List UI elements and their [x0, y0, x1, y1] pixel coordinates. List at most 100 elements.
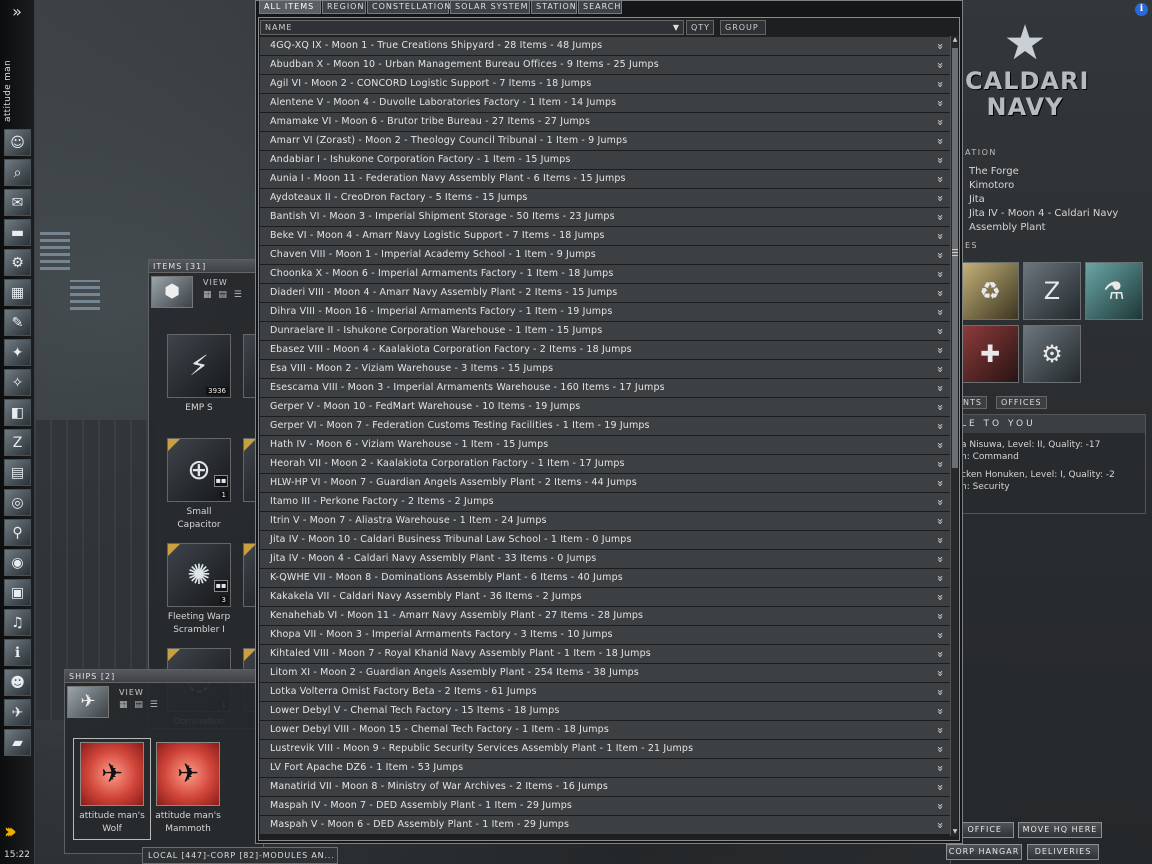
agent-entry[interactable]: a Nisuwa, Level: II, Quality: -17 n: Comm… [955, 439, 1145, 463]
corporation-icon[interactable]: ⚙ [4, 249, 31, 276]
journal-icon[interactable]: ▣ [4, 579, 31, 606]
expand-chevron-icon[interactable]: » [931, 380, 949, 396]
medical-icon[interactable]: ✚ [961, 325, 1019, 383]
expand-chevron-icon[interactable]: » [931, 589, 949, 605]
asset-location-row[interactable]: Choonka X - Moon 6 - Imperial Armaments … [260, 265, 950, 284]
mail-icon[interactable]: ✉ [4, 189, 31, 216]
expand-chevron-icon[interactable]: » [931, 551, 949, 567]
asset-location-row[interactable]: Jita IV - Moon 4 - Caldari Navy Assembly… [260, 550, 950, 569]
sort-descending-icon[interactable]: ▼ [673, 21, 680, 35]
column-header-group[interactable]: GROUP [720, 20, 766, 35]
expand-chevron-icon[interactable]: » [931, 684, 949, 700]
tab-region[interactable]: REGION [322, 1, 366, 14]
wallet-icon[interactable]: ▤ [4, 459, 31, 486]
item-tile[interactable]: ⚡ 3936 EMP S [165, 334, 233, 415]
asset-location-row[interactable]: HLW-HP VI - Moon 7 - Guardian Angels Ass… [260, 474, 950, 493]
asset-location-row[interactable]: Aydoteaux II - CreoDron Factory - 5 Item… [260, 189, 950, 208]
asset-location-row[interactable]: Andabiar I - Ishukone Corporation Factor… [260, 151, 950, 170]
asset-location-row[interactable]: Amamake VI - Moon 6 - Brutor tribe Burea… [260, 113, 950, 132]
expand-chevron-icon[interactable]: » [931, 190, 949, 206]
scroll-up-icon[interactable]: ▲ [951, 36, 959, 44]
tab-search[interactable]: SEARCH [578, 1, 622, 14]
asset-location-row[interactable]: Itamo III - Perkone Factory - 2 Items - … [260, 493, 950, 512]
expand-chevron-icon[interactable]: » [931, 665, 949, 681]
expand-chevron-icon[interactable]: » [931, 171, 949, 187]
scrollbar[interactable]: ▲ ▼ [950, 36, 958, 836]
expand-chevron-icon[interactable]: » [931, 399, 949, 415]
asset-location-row[interactable]: Lower Debyl VIII - Moon 15 - Chemal Tech… [260, 721, 950, 740]
repair-shop-icon[interactable]: ⚙ [1023, 325, 1081, 383]
fitting-icon[interactable]: ⚲ [4, 519, 31, 546]
asset-location-row[interactable]: Dunraelare II - Ishukone Corporation War… [260, 322, 950, 341]
expand-chevron-icon[interactable]: » [931, 817, 949, 833]
asset-location-row[interactable]: Jita IV - Moon 10 - Caldari Business Tri… [260, 531, 950, 550]
asset-location-row[interactable]: Litom XI - Moon 2 - Guardian Angels Asse… [260, 664, 950, 683]
info-icon[interactable]: i [1135, 3, 1148, 16]
asset-location-row[interactable]: Kakakela VII - Caldari Navy Assembly Pla… [260, 588, 950, 607]
expand-chevron-icon[interactable]: » [931, 57, 949, 73]
reprocessing-icon[interactable]: ♻ [961, 262, 1019, 320]
contracts-icon[interactable]: ✎ [4, 309, 31, 336]
audio-icon[interactable]: ♫ [4, 609, 31, 636]
ship-hangar-icon[interactable]: ✈ [4, 699, 31, 726]
expand-chevron-icon[interactable]: » [931, 532, 949, 548]
agent-tab[interactable]: OFFICES [996, 396, 1047, 409]
expand-chevron-icon[interactable]: » [931, 342, 949, 358]
asset-location-row[interactable]: K-QWHE VII - Moon 8 - Dominations Assemb… [260, 569, 950, 588]
station-button-move-hq-here[interactable]: MOVE HQ HERE [1018, 822, 1102, 838]
station-button-corp-hangar[interactable]: CORP HANGAR [946, 844, 1022, 860]
asset-location-row[interactable]: Kihtaled VIII - Moon 7 - Royal Khanid Na… [260, 645, 950, 664]
asset-location-row[interactable]: Gerper V - Moon 10 - FedMart Warehouse -… [260, 398, 950, 417]
expand-chevron-icon[interactable]: » [931, 418, 949, 434]
asset-location-row[interactable]: Dihra VIII - Moon 16 - Imperial Armament… [260, 303, 950, 322]
expand-chevron-icon[interactable]: » [931, 285, 949, 301]
asset-location-row[interactable]: Heorah VII - Moon 2 - Kaalakiota Corpora… [260, 455, 950, 474]
expand-chevron-icon[interactable]: » [931, 703, 949, 719]
asset-location-row[interactable]: Abudban X - Moon 10 - Urban Management B… [260, 56, 950, 75]
expand-chevron-icon[interactable]: » [931, 95, 949, 111]
agent-entry[interactable]: cken Honuken, Level: I, Quality: -2 n: Se… [955, 469, 1145, 493]
tab-station[interactable]: STATION [531, 1, 577, 14]
ship-tile[interactable]: ✈ attitude man's Mammoth [153, 742, 223, 836]
asset-location-row[interactable]: Amarr VI (Zorast) - Moon 2 - Theology Co… [260, 132, 950, 151]
ships-window-title[interactable]: SHIPS [2] [65, 670, 263, 683]
asset-location-row[interactable]: Esescama VIII - Moon 3 - Imperial Armame… [260, 379, 950, 398]
expand-chevron-icon[interactable]: » [931, 152, 949, 168]
expand-chevron-icon[interactable]: » [931, 779, 949, 795]
expand-chevron-icon[interactable]: » [931, 722, 949, 738]
expand-chevron-icon[interactable]: » [931, 228, 949, 244]
expand-chevron-icon[interactable]: » [931, 798, 949, 814]
character-icon[interactable]: ☺ [4, 129, 31, 156]
column-header-qty[interactable]: QTY [686, 20, 714, 35]
factory-icon[interactable]: Z [1023, 262, 1081, 320]
location-line[interactable]: Jita IV - Moon 4 - Caldari Navy [969, 207, 1118, 221]
tab-all-items[interactable]: ALL ITEMS [259, 1, 321, 14]
asset-location-row[interactable]: Lustrevik VIII - Moon 9 - Republic Secur… [260, 740, 950, 759]
laboratory-icon[interactable]: ⚗ [1085, 262, 1143, 320]
asset-location-row[interactable]: 4GQ-XQ IX - Moon 1 - True Creations Ship… [260, 37, 950, 56]
market-icon[interactable]: ▦ [4, 279, 31, 306]
help-icon[interactable]: ◎ [4, 489, 31, 516]
asset-location-row[interactable]: Lower Debyl V - Chemal Tech Factory - 15… [260, 702, 950, 721]
browser-icon[interactable]: ◉ [4, 549, 31, 576]
location-line[interactable]: Jita [969, 193, 1118, 207]
column-header-name[interactable]: NAME ▼ [260, 20, 684, 35]
view-mode-icons[interactable]: ▦ ▤ ☰ [119, 700, 160, 710]
neocom-user[interactable]: attitude man [0, 26, 34, 126]
expand-chevron-icon[interactable]: » [931, 437, 949, 453]
item-hangar-icon[interactable]: ▰ [4, 729, 31, 756]
local-chat-tab[interactable]: LOCAL [447]-CORP [82]-MODULES AN... [142, 847, 338, 864]
item-tile[interactable]: ✺ ▪▪ 3 Fleeting Warp Scrambler I [165, 543, 233, 637]
expand-chevron-icon[interactable]: » [931, 741, 949, 757]
asset-location-row[interactable]: Maspah V - Moon 6 - DED Assembly Plant -… [260, 816, 950, 835]
expand-chevron-icon[interactable]: » [931, 646, 949, 662]
asset-location-row[interactable]: Hath IV - Moon 6 - Viziam Warehouse - 1 … [260, 436, 950, 455]
expand-chevron-icon[interactable]: » [931, 76, 949, 92]
asset-location-row[interactable]: Agil VI - Moon 2 - CONCORD Logistic Supp… [260, 75, 950, 94]
ship-tile[interactable]: ✈ attitude man's Wolf [73, 738, 151, 840]
asset-location-row[interactable]: Aunia I - Moon 11 - Federation Navy Asse… [260, 170, 950, 189]
expand-chevron-icon[interactable]: » [931, 38, 949, 54]
expand-chevron-icon[interactable]: » [931, 266, 949, 282]
expand-chevron-icon[interactable]: » [931, 475, 949, 491]
expand-chevron-icon[interactable]: » [931, 304, 949, 320]
